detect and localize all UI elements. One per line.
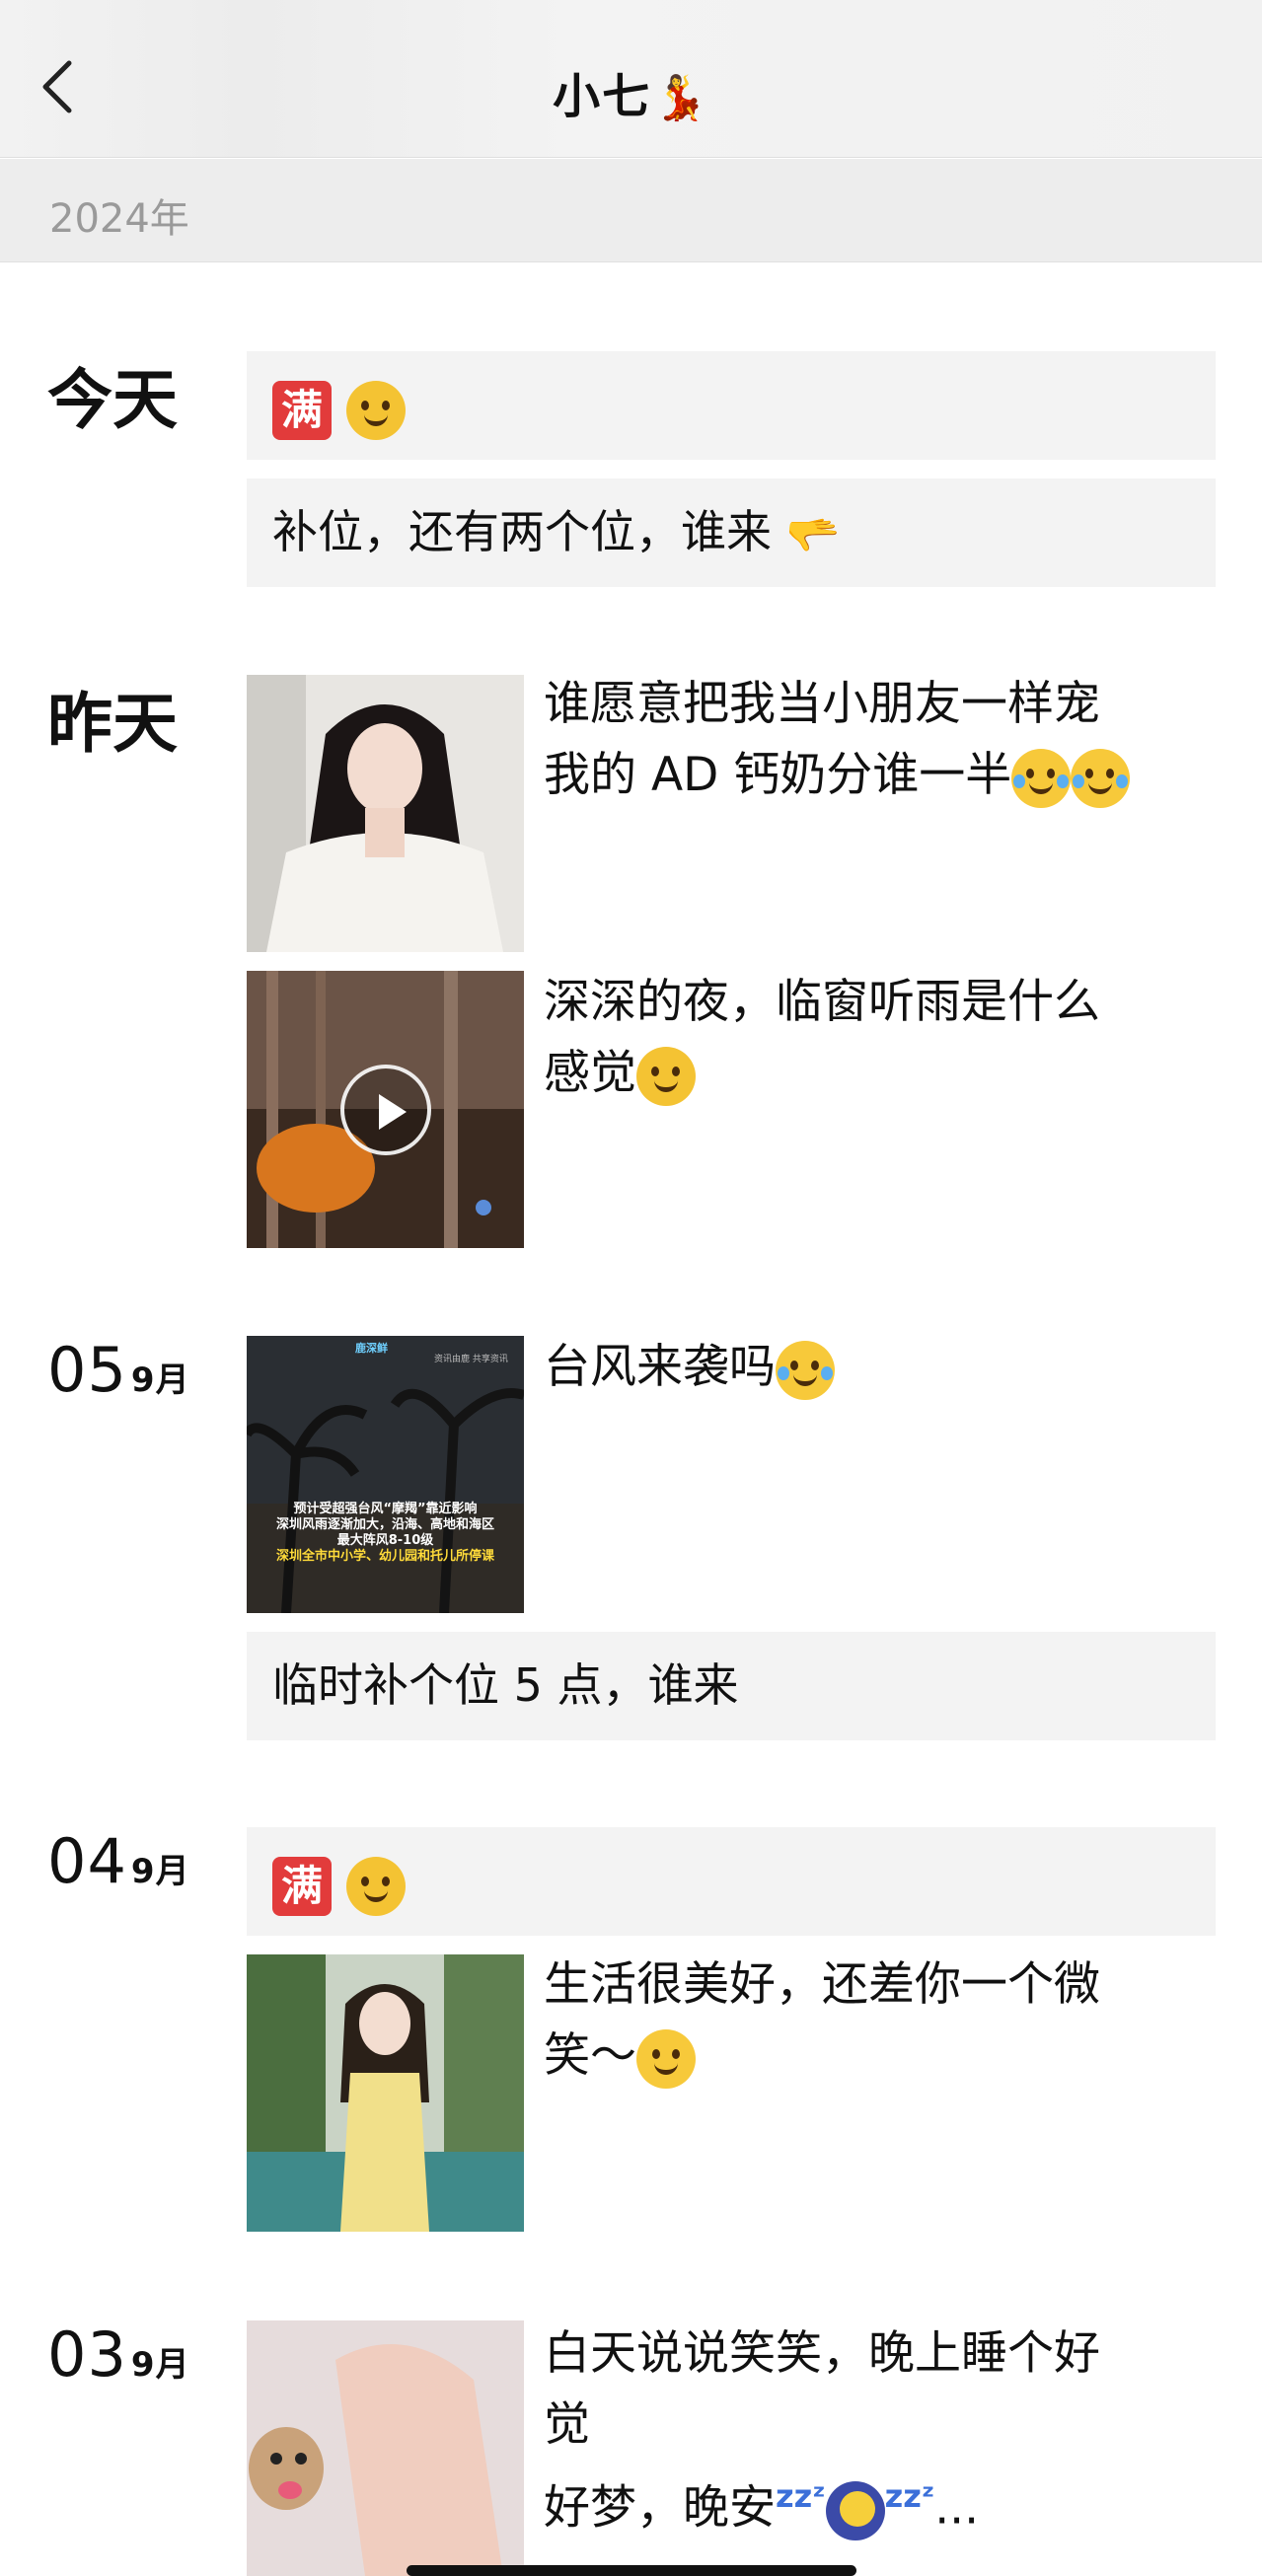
photo-image bbox=[247, 2320, 524, 2576]
news-line: 最大阵风8-10级 bbox=[336, 1533, 434, 1548]
date-month: 9月 bbox=[130, 1852, 190, 1891]
full-badge-icon: 满 bbox=[272, 1857, 332, 1916]
news-brand: 鹿深鲜 bbox=[355, 1342, 388, 1355]
page-title-text: 小七 bbox=[553, 69, 652, 124]
crying-laughing-emoji-icon bbox=[1011, 748, 1072, 808]
news-source: 资讯由鹿 共享资讯 bbox=[434, 1355, 508, 1364]
caption-line: 生活很美好，还差你一个微 bbox=[544, 1957, 1100, 2012]
text-post-card[interactable]: 满 bbox=[247, 351, 1216, 460]
eating-face-emoji-icon bbox=[345, 381, 406, 440]
caption-line: 我的 AD 钙奶分谁一半 bbox=[544, 748, 1012, 802]
text-post-card[interactable]: 临时补个位 5 点，谁来 bbox=[247, 1632, 1216, 1740]
caption-line: 谁愿意把我当小朋友一样宠 bbox=[544, 677, 1100, 731]
date-label-yesterday: 昨天 bbox=[47, 686, 178, 762]
post-caption[interactable]: 深深的夜，临窗听雨是什么 感觉 bbox=[544, 967, 1215, 1109]
post-news-thumbnail[interactable]: 鹿深鲜 资讯由鹿 共享资讯 预计受超强台风“摩羯”靠近影响 深圳风雨逐渐加大，沿… bbox=[247, 1336, 524, 1613]
thinking-face-emoji-icon bbox=[636, 1046, 696, 1106]
date-label-04: 04 9月 bbox=[47, 1825, 190, 1897]
full-badge-icon: 满 bbox=[272, 381, 332, 440]
text-post-card[interactable]: 满 bbox=[247, 1827, 1216, 1936]
date-label-03: 03 9月 bbox=[47, 2318, 190, 2391]
date-day: 03 bbox=[47, 2318, 127, 2391]
typhoon-news-image bbox=[247, 1336, 524, 1613]
caption-line: 感觉 bbox=[544, 1046, 636, 1100]
date-day: 04 bbox=[47, 1825, 127, 1897]
date-month: 9月 bbox=[130, 1361, 190, 1400]
news-line: 深圳全市中小学、幼儿园和托儿所停课 bbox=[275, 1549, 494, 1564]
post-caption[interactable]: 谁愿意把我当小朋友一样宠 我的 AD 钙奶分谁一半 bbox=[544, 669, 1215, 811]
photo-image bbox=[247, 1954, 524, 2232]
date-day: 05 bbox=[47, 1334, 127, 1406]
post-caption[interactable]: 白天说说笑笑，晚上睡个好 觉 好梦，晚安zzᶻ zzᶻ... bbox=[544, 2318, 1215, 2544]
post-caption[interactable]: 生活很美好，还差你一个微 笑～ bbox=[544, 1950, 1215, 2092]
post-text: 临时补个位 5 点，谁来 bbox=[272, 1658, 739, 1712]
date-label-05: 05 9月 bbox=[47, 1334, 190, 1406]
year-label: 2024年 bbox=[49, 196, 189, 242]
post-photo-thumbnail[interactable] bbox=[247, 675, 524, 952]
crying-laughing-emoji-icon bbox=[776, 1340, 835, 1400]
post-caption[interactable]: 台风来袭吗 bbox=[544, 1332, 1215, 1403]
eating-face-emoji-icon bbox=[345, 1857, 406, 1916]
news-overlay-text: 预计受超强台风“摩羯”靠近影响 深圳风雨逐渐加大，沿海、高地和海区 最大阵风8-… bbox=[247, 1502, 524, 1565]
date-month: 9月 bbox=[130, 2345, 190, 2385]
caption-line: 觉 bbox=[544, 2397, 590, 2452]
zzz-icon: zzᶻ bbox=[884, 2477, 935, 2515]
year-section-header: 2024年 bbox=[0, 159, 1262, 262]
date-label-today: 今天 bbox=[47, 362, 178, 438]
caption-line: 深深的夜，临窗听雨是什么 bbox=[544, 975, 1100, 1029]
caption-line: 白天说说笑笑，晚上睡个好 bbox=[544, 2326, 1100, 2381]
news-line: 深圳风雨逐渐加大，沿海、高地和海区 bbox=[275, 1517, 494, 1532]
photo-image bbox=[247, 675, 524, 952]
moon-emoji-icon bbox=[825, 2481, 885, 2541]
text-post-card[interactable]: 补位，还有两个位，谁来 🫳 bbox=[247, 478, 1216, 587]
caption-line: 台风来袭吗 bbox=[544, 1340, 776, 1394]
page-title: 小七💃 bbox=[0, 57, 1262, 126]
play-icon[interactable] bbox=[340, 1065, 431, 1155]
nav-header: 小七💃 bbox=[0, 0, 1262, 158]
post-text: 补位，还有两个位，谁来 bbox=[272, 505, 772, 558]
smiling-face-emoji-icon bbox=[636, 2028, 696, 2089]
news-line: 预计受超强台风“摩羯”靠近影响 bbox=[293, 1502, 478, 1516]
caption-line: 笑～ bbox=[544, 2028, 636, 2083]
caption-ellipsis: ... bbox=[934, 2480, 980, 2536]
home-indicator[interactable] bbox=[407, 2565, 856, 2576]
post-video-thumbnail[interactable] bbox=[247, 971, 524, 1248]
hand-emoji-icon: 🫳 bbox=[785, 509, 841, 560]
caption-line: 好梦，晚安 bbox=[544, 2480, 776, 2536]
crying-laughing-emoji-icon bbox=[1071, 748, 1131, 808]
post-photo-thumbnail[interactable] bbox=[247, 2320, 524, 2576]
dancer-emoji-icon: 💃 bbox=[653, 73, 709, 123]
zzz-icon: zzᶻ bbox=[776, 2477, 826, 2515]
post-photo-thumbnail[interactable] bbox=[247, 1954, 524, 2232]
